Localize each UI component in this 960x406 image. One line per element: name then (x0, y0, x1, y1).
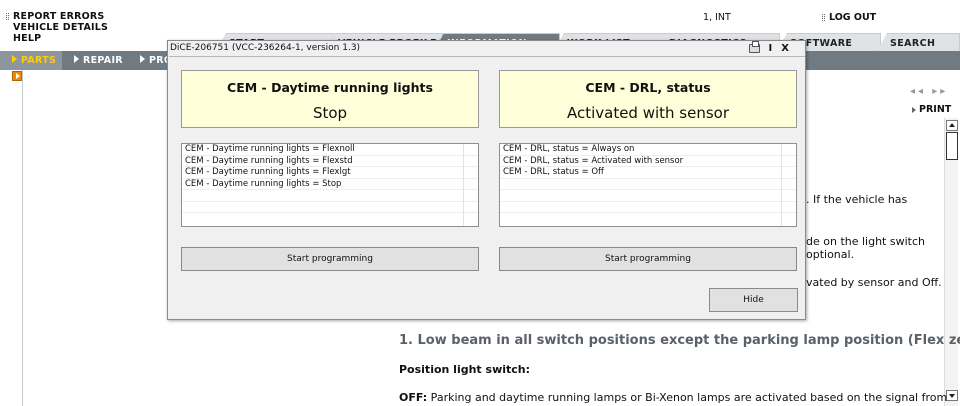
drl-status-header: CEM - DRL, status Activated with sensor (499, 70, 797, 128)
doc-text-line: . If the vehicle has (806, 193, 908, 206)
drl-options-list[interactable]: CEM - Daytime running lights = Flexnoll … (181, 143, 479, 227)
doc-section-heading: 1. Low beam in all switch positions exce… (399, 333, 960, 348)
parameter-title: CEM - Daytime running lights (227, 80, 433, 95)
scroll-thumb[interactable] (946, 132, 958, 160)
list-item[interactable]: CEM - Daytime running lights = Flexstd (182, 156, 478, 167)
hide-button[interactable]: Hide (709, 288, 798, 312)
doc-text-line: vated by sensor and Off. (806, 276, 942, 289)
list-item[interactable]: CEM - DRL, status = Off (500, 167, 796, 179)
programming-dialog: DiCE-206751 (VCC-236264-1, version 1.3) … (167, 40, 806, 320)
tab-search[interactable]: SEARCH (877, 33, 960, 51)
list-item[interactable]: CEM - Daytime running lights = Stop (182, 179, 478, 190)
column-divider (781, 144, 782, 226)
list-item[interactable]: CEM - DRL, status = Always on (500, 144, 796, 156)
scroll-down-icon[interactable] (946, 390, 958, 401)
parameter-current-value: Activated with sensor (566, 104, 730, 122)
list-item[interactable]: CEM - DRL, status = Activated with senso… (500, 156, 796, 167)
subtab-parts[interactable]: PARTS (0, 51, 62, 70)
left-column (0, 70, 23, 406)
dialog-body: CEM - Daytime running lights Stop CEM - … (169, 56, 805, 319)
dialog-title: DiCE-206751 (VCC-236264-1, version 1.3) (168, 41, 805, 56)
parameter-current-value: Stop (312, 104, 348, 122)
parameter-title: CEM - DRL, status (585, 80, 711, 95)
doc-paragraph: OFF: Parking and daytime running lamps o… (399, 391, 948, 404)
subtab-repair[interactable]: REPAIR (62, 51, 132, 70)
close-icon[interactable]: X (781, 43, 789, 54)
doc-text-line: de on the light switch (806, 235, 925, 248)
dialog-title-icons: I X (748, 41, 789, 54)
list-item-empty (500, 179, 796, 190)
list-item-empty (500, 202, 796, 213)
report-errors-link[interactable]: REPORT ERRORS (6, 11, 108, 22)
document-scrollbar[interactable] (944, 118, 958, 406)
list-item-empty (182, 202, 478, 213)
drl-parameter-header: CEM - Daytime running lights Stop (181, 70, 479, 128)
print-link[interactable]: PRINT (912, 104, 951, 115)
drl-status-options-list[interactable]: CEM - DRL, status = Always on CEM - DRL,… (499, 143, 797, 227)
logout-link[interactable]: LOG OUT (822, 12, 876, 23)
list-item[interactable]: CEM - Daytime running lights = Flexlgt (182, 167, 478, 179)
market-indicator: 1, INT (703, 12, 731, 23)
scroll-up-icon[interactable] (946, 120, 958, 131)
page-nav-arrows-icon[interactable]: ◂◂ ▸▸ (910, 86, 948, 97)
vehicle-details-link[interactable]: VEHICLE DETAILS (6, 22, 108, 33)
info-icon[interactable]: I (769, 43, 773, 54)
list-item[interactable]: CEM - Daytime running lights = Flexnoll (182, 144, 478, 156)
printer-icon[interactable] (748, 41, 760, 53)
list-item-empty (500, 190, 796, 202)
column-divider (463, 144, 464, 226)
start-programming-button[interactable]: Start programming (181, 247, 479, 271)
print-arrow-icon (912, 106, 916, 113)
list-item-empty (182, 190, 478, 202)
expand-arrow-icon[interactable] (12, 71, 22, 81)
doc-subheading: Position light switch: (399, 363, 531, 376)
start-programming-button[interactable]: Start programming (499, 247, 797, 271)
doc-text-line: optional. (806, 248, 855, 261)
